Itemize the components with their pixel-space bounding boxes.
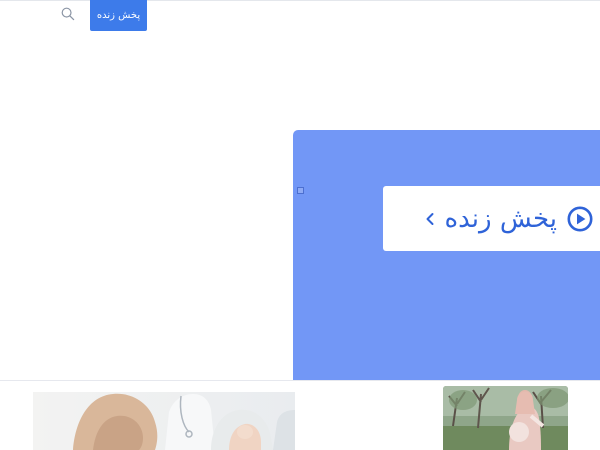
live-banner xyxy=(293,130,600,380)
live-stream-card-label: پخش زنده xyxy=(444,203,558,234)
play-circle-icon xyxy=(567,206,593,231)
broken-image-icon xyxy=(297,187,304,194)
page: پخش زنده پخش زنده xyxy=(0,0,600,450)
search-button[interactable] xyxy=(58,4,78,24)
live-stream-button-label: پخش زنده xyxy=(96,10,141,21)
article-image-pregnant-woman[interactable] xyxy=(443,386,568,450)
section-divider xyxy=(0,380,600,381)
live-stream-button[interactable]: پخش زنده xyxy=(90,0,147,31)
pregnant-woman-outdoors-photo xyxy=(443,386,568,450)
doctor-with-patient-photo xyxy=(33,392,295,450)
live-stream-card[interactable]: پخش زنده xyxy=(383,186,600,251)
article-image-doctor-patient[interactable] xyxy=(33,392,295,450)
search-icon xyxy=(61,7,75,21)
chevron-left-icon xyxy=(426,212,433,225)
